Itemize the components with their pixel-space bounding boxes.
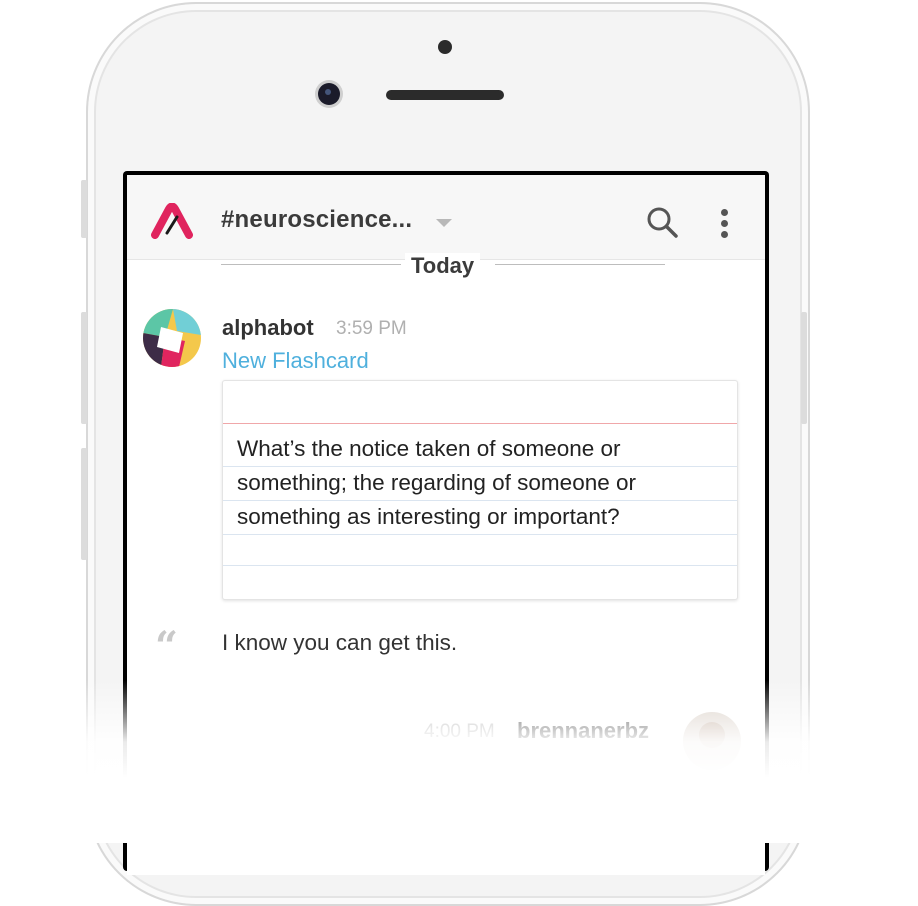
- earpiece-speaker: [386, 90, 504, 100]
- flashcard-rule: [223, 565, 737, 566]
- next-message-author[interactable]: brennanerbz: [517, 718, 649, 744]
- date-divider-label: Today: [405, 253, 481, 279]
- new-flashcard-link[interactable]: New Flashcard: [222, 348, 369, 374]
- volume-down-button: [81, 448, 87, 560]
- flashcard[interactable]: What’s the notice taken of someone or so…: [222, 380, 738, 600]
- chevron-down-icon[interactable]: [436, 219, 452, 227]
- next-message-timestamp: 4:00 PM: [424, 721, 495, 742]
- flashcard-rule: [223, 534, 737, 535]
- more-vertical-icon[interactable]: [715, 207, 735, 241]
- mute-switch: [81, 180, 87, 238]
- channel-title[interactable]: #neuroscience...: [221, 206, 412, 234]
- message-author[interactable]: alphabot: [222, 315, 314, 341]
- front-camera: [318, 83, 340, 105]
- avatar[interactable]: [143, 309, 201, 367]
- divider-line-right: [495, 264, 665, 265]
- app-screen: #neuroscience... Today alphabot 3:59 PM …: [127, 175, 765, 875]
- app-header: #neuroscience...: [127, 175, 765, 260]
- flashcard-question: What’s the notice taken of someone or so…: [237, 436, 636, 529]
- quote-icon: “: [155, 623, 179, 670]
- flashcard-margin-line: [223, 423, 737, 424]
- app-logo-icon[interactable]: [151, 202, 193, 239]
- search-icon[interactable]: [645, 205, 681, 241]
- power-button: [801, 312, 807, 424]
- volume-up-button: [81, 312, 87, 424]
- divider-line-left: [221, 264, 401, 265]
- avatar[interactable]: [683, 712, 741, 770]
- quote-text: I know you can get this.: [222, 630, 458, 655]
- proximity-sensor: [438, 40, 452, 54]
- message-timestamp: 3:59 PM: [336, 318, 407, 339]
